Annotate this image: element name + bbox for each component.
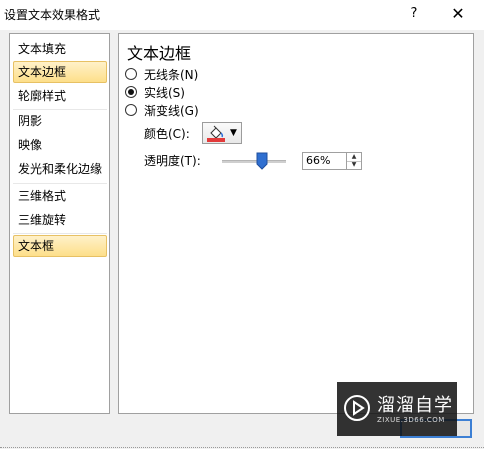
slider-thumb-icon[interactable] xyxy=(256,152,268,170)
sidebar-divider xyxy=(13,233,107,234)
watermark-url: ZIXUE.3D66.COM xyxy=(377,416,445,424)
help-button[interactable]: ? xyxy=(402,3,426,25)
color-swatch xyxy=(207,138,225,142)
radio-button-checked[interactable] xyxy=(125,86,137,98)
format-text-effects-dialog: 设置文本效果格式 ? ✕ 文本填充 文本边框 轮廓样式 阴影 映像 发光和柔化边… xyxy=(0,0,484,449)
dialog-title: 设置文本效果格式 xyxy=(4,8,101,22)
sidebar-divider xyxy=(13,183,107,184)
sidebar-item-text-border[interactable]: 文本边框 xyxy=(13,61,107,83)
section-title: 文本边框 xyxy=(127,44,192,63)
transparency-slider-track[interactable] xyxy=(222,160,286,163)
sidebar-item-3d-rotation[interactable]: 三维旋转 xyxy=(13,209,107,231)
sidebar-item-text-fill[interactable]: 文本填充 xyxy=(13,38,107,60)
sidebar-item-text-box[interactable]: 文本框 xyxy=(13,235,107,257)
sidebar-item-outline-style[interactable]: 轮廓样式 xyxy=(13,85,107,107)
radio-label: 实线(S) xyxy=(144,86,185,100)
radio-button[interactable] xyxy=(125,68,137,80)
transparency-value[interactable]: 66% xyxy=(306,153,330,169)
sidebar-item-shadow[interactable]: 阴影 xyxy=(13,110,107,132)
watermark-title: 溜溜自学 xyxy=(377,395,453,416)
spin-buttons: ▲ ▼ xyxy=(346,153,361,169)
radio-button[interactable] xyxy=(125,104,137,116)
sidebar-item-3d-format[interactable]: 三维格式 xyxy=(13,185,107,207)
radio-label: 无线条(N) xyxy=(144,68,199,82)
category-sidebar: 文本填充 文本边框 轮廓样式 阴影 映像 发光和柔化边缘 三维格式 三维旋转 文… xyxy=(9,33,110,414)
settings-panel: 文本边框 无线条(N) 实线(S) 渐变线(G) 颜色(C): ▼ 透明度(T)… xyxy=(118,33,474,414)
play-logo-icon xyxy=(344,395,370,421)
close-icon[interactable]: ✕ xyxy=(446,3,470,25)
color-picker-button[interactable]: ▼ xyxy=(202,122,242,144)
color-label: 颜色(C): xyxy=(144,127,190,141)
transparency-label: 透明度(T): xyxy=(144,154,201,168)
sidebar-item-reflection[interactable]: 映像 xyxy=(13,134,107,156)
title-bar: 设置文本效果格式 ? ✕ xyxy=(0,0,484,30)
transparency-spinbox[interactable]: 66% ▲ ▼ xyxy=(302,152,362,170)
watermark-logo: 溜溜自学 ZIXUE.3D66.COM xyxy=(337,382,457,436)
radio-label: 渐变线(G) xyxy=(144,104,199,118)
spin-down-icon[interactable]: ▼ xyxy=(347,161,361,169)
dropdown-arrow-icon: ▼ xyxy=(230,128,237,138)
sidebar-item-glow-soft-edges[interactable]: 发光和柔化边缘 xyxy=(13,158,107,180)
